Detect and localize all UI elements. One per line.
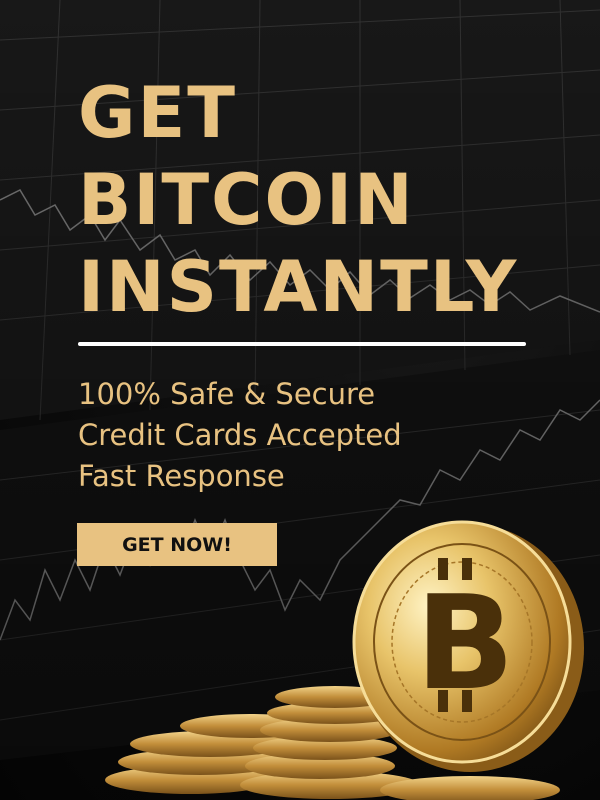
- headline-line: INSTANTLY: [78, 246, 519, 328]
- headline: GET BITCOIN INSTANTLY: [78, 70, 518, 331]
- divider-line: [78, 342, 526, 346]
- bitcoin-ad-poster: GET BITCOIN INSTANTLY 100% Safe & Secure…: [0, 0, 600, 800]
- headline-line: BITCOIN: [78, 159, 415, 241]
- feature-item: 100% Safe & Secure: [78, 377, 376, 411]
- get-now-button[interactable]: GET NOW!: [77, 523, 277, 566]
- feature-list: 100% Safe & Secure Credit Cards Accepted…: [78, 374, 402, 497]
- feature-item: Fast Response: [78, 459, 285, 493]
- feature-item: Credit Cards Accepted: [78, 418, 402, 452]
- headline-line: GET: [78, 72, 238, 154]
